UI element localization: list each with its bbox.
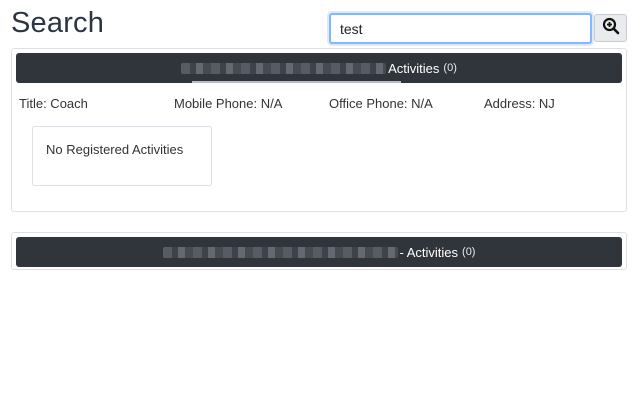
activities-box: No Registered Activities — [32, 126, 212, 186]
result-card-header[interactable]: Activities (0) — [16, 53, 622, 83]
activities-count: (0) — [462, 246, 476, 258]
result-card: Activities (0) Title: Coach Mobile Phone… — [11, 48, 627, 212]
activities-label: - Activities — [399, 244, 459, 260]
page-title: Search — [11, 7, 105, 39]
redacted-name — [181, 62, 387, 74]
zoom-in-magnifier-icon — [602, 17, 620, 40]
activities-count: (0) — [443, 62, 457, 74]
contact-info-row: Title: Coach Mobile Phone: N/A Office Ph… — [19, 96, 619, 114]
contact-mobile-phone: Mobile Phone: N/A — [174, 96, 283, 111]
result-card-header[interactable]: - Activities (0) — [16, 237, 622, 267]
no-activities-message: No Registered Activities — [46, 142, 184, 157]
search-input[interactable] — [329, 13, 592, 44]
contact-address: Address: NJ — [484, 96, 555, 111]
result-card: - Activities (0) — [11, 232, 627, 270]
redacted-name — [162, 246, 398, 258]
contact-title: Title: Coach — [19, 96, 88, 111]
search-button[interactable] — [594, 14, 627, 42]
contact-office-phone: Office Phone: N/A — [329, 96, 433, 111]
activities-label: Activities — [388, 60, 440, 76]
header-underline — [192, 81, 401, 83]
